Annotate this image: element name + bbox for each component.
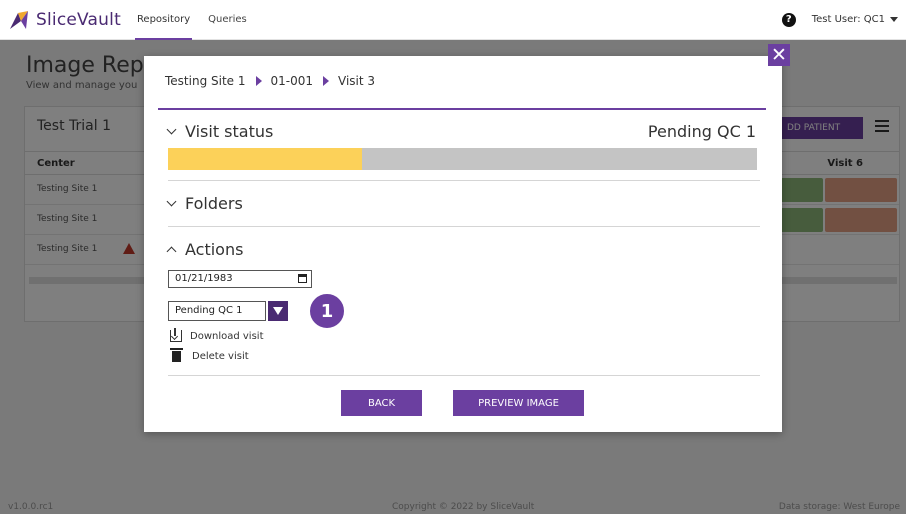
breadcrumb: Testing Site 1 01-001 Visit 3 bbox=[165, 74, 375, 88]
brand[interactable]: SliceVault bbox=[8, 9, 121, 31]
caret-down-icon bbox=[890, 17, 898, 22]
visit-status-value: Pending QC 1 bbox=[647, 122, 756, 141]
folders-header[interactable]: Folders bbox=[166, 194, 243, 213]
breadcrumb-arrow-icon bbox=[323, 76, 330, 86]
visit-date-value: 01/21/1983 bbox=[175, 273, 233, 284]
section-divider bbox=[168, 180, 760, 181]
question-circle-icon[interactable]: ? bbox=[781, 12, 796, 27]
download-visit-label: Download visit bbox=[190, 330, 264, 342]
user-label: Test User: QC1 bbox=[811, 14, 885, 25]
section-divider bbox=[168, 375, 760, 376]
header-divider bbox=[158, 108, 766, 110]
tab-repository[interactable]: Repository bbox=[134, 0, 193, 40]
slicevault-logo-icon bbox=[10, 10, 28, 29]
chevron-down-icon bbox=[166, 124, 177, 135]
brand-name: SliceVault bbox=[36, 9, 121, 30]
preview-image-button[interactable]: PREVIEW IMAGE bbox=[453, 390, 584, 416]
top-nav: SliceVault Repository Queries ? Test Use… bbox=[0, 0, 906, 40]
download-icon bbox=[170, 328, 182, 342]
delete-visit-link[interactable]: Delete visit bbox=[170, 348, 249, 362]
tab-queries[interactable]: Queries bbox=[206, 0, 249, 40]
breadcrumb-visit: Visit 3 bbox=[338, 74, 376, 88]
close-icon[interactable]: ✕ bbox=[768, 44, 790, 66]
section-divider bbox=[168, 226, 760, 227]
nav-right: ? Test User: QC1 bbox=[781, 12, 898, 27]
actions-header[interactable]: Actions bbox=[166, 240, 244, 259]
dropdown-toggle-icon[interactable] bbox=[268, 301, 288, 321]
download-visit-link[interactable]: Download visit bbox=[170, 328, 264, 342]
folders-title: Folders bbox=[185, 194, 243, 213]
actions-title: Actions bbox=[185, 240, 244, 259]
delete-visit-label: Delete visit bbox=[192, 351, 249, 362]
visit-date-input[interactable]: 01/21/1983 bbox=[168, 270, 312, 288]
calendar-icon[interactable] bbox=[298, 274, 307, 283]
visit-modal: Testing Site 1 01-001 Visit 3 Visit stat… bbox=[144, 56, 782, 432]
breadcrumb-patient[interactable]: 01-001 bbox=[271, 74, 314, 88]
back-button[interactable]: BACK bbox=[341, 390, 422, 416]
trash-icon bbox=[170, 348, 183, 362]
breadcrumb-arrow-icon bbox=[255, 76, 262, 86]
progress-fill bbox=[168, 148, 363, 170]
user-menu[interactable]: Test User: QC1 bbox=[812, 14, 898, 25]
chevron-up-icon bbox=[166, 246, 177, 257]
visit-status-header[interactable]: Visit status bbox=[166, 122, 274, 141]
step-badge: 1 bbox=[308, 292, 346, 330]
chevron-down-icon bbox=[166, 196, 177, 207]
visit-status-progress bbox=[168, 148, 757, 170]
breadcrumb-site[interactable]: Testing Site 1 bbox=[165, 74, 246, 88]
visit-status-title: Visit status bbox=[185, 122, 274, 141]
visit-status-select[interactable]: Pending QC 1 bbox=[168, 301, 266, 321]
